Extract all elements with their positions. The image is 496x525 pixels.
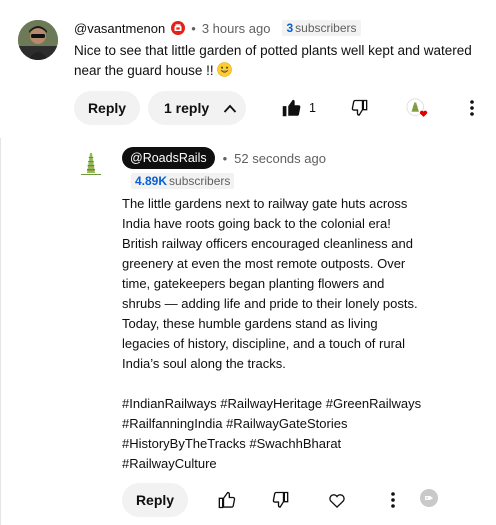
reply-author-pill[interactable]: @RoadsRails <box>122 147 215 169</box>
reply-header: @RoadsRails • 52 seconds ago <box>122 147 326 169</box>
thumbs-down-icon[interactable] <box>269 488 293 512</box>
reply-text-line: India have roots going back to the colon… <box>122 216 391 231</box>
subscriber-count: 3 <box>286 21 294 35</box>
reply-button[interactable]: Reply <box>74 91 140 125</box>
chevron-up-icon <box>223 100 237 116</box>
thumbs-up-filled-icon[interactable] <box>279 96 303 120</box>
replies-toggle-button[interactable]: 1 reply <box>148 91 246 125</box>
separator-dot: • <box>191 20 196 36</box>
subscriber-word: subscribers <box>295 21 357 35</box>
channel-avatar[interactable] <box>78 150 104 176</box>
hashtag-line[interactable]: #RailwayCulture <box>122 454 494 474</box>
tag-icon[interactable] <box>417 486 441 510</box>
thread-divider <box>0 138 1 525</box>
smile-emoji-icon <box>216 62 232 77</box>
more-vert-icon[interactable] <box>381 488 405 512</box>
reply-text-line: British railway officers encouraged clea… <box>122 236 413 251</box>
subscriber-count: 4.89K <box>135 174 168 188</box>
comment-timestamp[interactable]: 3 hours ago <box>202 21 271 36</box>
replies-toggle-label: 1 reply <box>164 100 210 116</box>
reply-text-line: The little gardens next to railway gate … <box>122 196 408 211</box>
hashtag-line[interactable]: #RailfanningIndia #RailwayGateStories <box>122 414 494 434</box>
thumbs-down-icon[interactable] <box>348 96 372 120</box>
more-vert-icon[interactable] <box>460 96 484 120</box>
comment-text: Nice to see that little garden of potted… <box>74 41 494 81</box>
subscriber-badge: 3 subscribers <box>282 20 361 36</box>
subscriber-badge: 4.89K subscribers <box>131 173 235 189</box>
reply-text-line: Today, these humble gardens stand as liv… <box>122 316 378 331</box>
comment-author[interactable]: @vasantmenon <box>74 21 165 36</box>
heart-icon[interactable] <box>325 488 349 512</box>
comment-text-content: Nice to see that little garden of potted… <box>74 43 472 78</box>
reply-text-line: India’s soul along the tracks. <box>122 356 286 371</box>
comment-header: @vasantmenon • 3 hours ago 3 subscribers <box>74 20 361 36</box>
thumbs-up-icon[interactable] <box>214 488 238 512</box>
reply-text-line: legacies of history, discipline, and a t… <box>122 336 406 351</box>
separator-dot: • <box>222 150 228 166</box>
hashtag-line[interactable]: #HistoryByTheTracks #SwachhBharat <box>122 434 494 454</box>
like-count: 1 <box>309 101 316 115</box>
reply-text-line: time, gatekeepers began planting flowers… <box>122 276 385 291</box>
hashtag-line[interactable]: #IndianRailways #RailwayHeritage #GreenR… <box>122 394 494 414</box>
reply-text-line: greenery at even the most remote outpost… <box>122 256 406 271</box>
reply-timestamp[interactable]: 52 seconds ago <box>234 151 326 166</box>
reply-text: The little gardens next to railway gate … <box>122 194 494 474</box>
creator-heart-badge-icon[interactable] <box>406 97 430 121</box>
reply-button[interactable]: Reply <box>122 483 188 517</box>
reply-text-line: shrubs — adding life and pride to their … <box>122 296 418 311</box>
member-badge-icon <box>171 21 186 35</box>
avatar[interactable] <box>18 20 58 60</box>
subscriber-word: subscribers <box>169 174 231 188</box>
